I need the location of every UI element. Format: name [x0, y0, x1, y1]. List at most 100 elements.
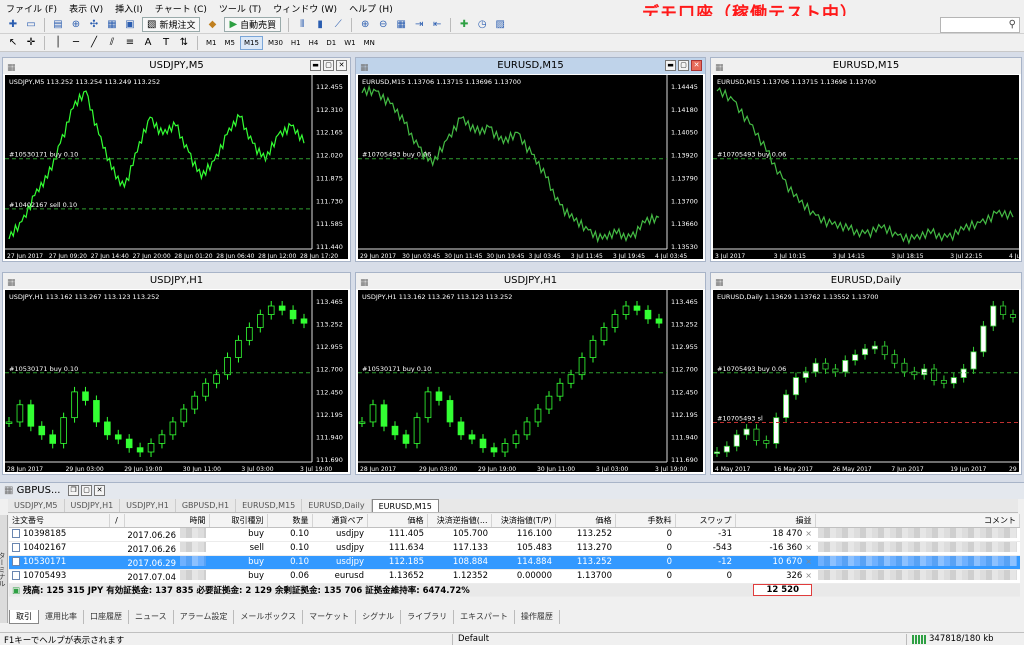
auto-scroll-icon[interactable]: ⇥ [412, 18, 426, 32]
column-header[interactable]: 決済指値(T/P) [491, 514, 556, 528]
order-row[interactable]: 10398185 2017.06.26 buy 0.10 usdjpy 111.405 10… [9, 527, 1020, 542]
timeframe-h1[interactable]: H1 [288, 36, 304, 50]
column-header[interactable]: コメント [815, 514, 1020, 528]
column-header[interactable]: スワップ [675, 514, 736, 528]
order-row[interactable]: 10402167 2017.06.26 sell 0.10 usdjpy 111.634 1… [9, 541, 1020, 556]
chart-tab[interactable]: USDJPY,M5 [8, 499, 65, 512]
minimize-button[interactable]: ▬ [310, 60, 321, 71]
minimize-button[interactable]: ▬ [665, 60, 676, 71]
chart-title-bar[interactable]: ▦ EURUSD,M15 [711, 58, 1021, 74]
chart-title-bar[interactable]: ▦ EURUSD,Daily [711, 273, 1021, 289]
column-header[interactable]: 注文番号 [9, 514, 110, 528]
chart-title-bar[interactable]: ▦ USDJPY,M5 ▬ ▢ ✕ [3, 58, 350, 74]
zoom-in-icon[interactable]: ⊕ [358, 18, 372, 32]
order-row[interactable]: 10530171 2017.06.29 buy 0.10 usdjpy 112.185 10… [9, 555, 1020, 570]
close-button[interactable]: ✕ [691, 60, 702, 71]
price-chart[interactable]: EURUSD,M15 1.13706 1.13715 1.13696 1.137… [713, 75, 1019, 259]
terminal-tab[interactable]: メールボックス [234, 610, 304, 624]
column-header[interactable]: 数量 [267, 514, 313, 528]
chart-window-usdjpy-h1[interactable]: ▦ USDJPY,H1 USDJPY,H1 113.162 113.267 113… [2, 272, 351, 475]
text-label-icon[interactable]: T [159, 36, 173, 50]
chart-tab[interactable]: EURUSD,M15 [236, 499, 303, 512]
column-header[interactable]: 時間 [124, 514, 210, 528]
chart-canvas[interactable]: EURUSD,Daily 1.13629 1.13762 1.13552 1.1… [713, 290, 1019, 472]
close-order-icon[interactable]: × [805, 557, 812, 566]
menu-item-2[interactable]: 挿入(I) [109, 2, 149, 15]
order-row[interactable]: 10705493 2017.07.04 buy 0.06 eurusd 1.13652 1.… [9, 569, 1020, 584]
column-header[interactable]: 損益 [735, 514, 816, 528]
indicators-icon[interactable]: ✚ [457, 18, 471, 32]
timeframe-m5[interactable]: M5 [222, 36, 239, 50]
timeframe-d1[interactable]: D1 [323, 36, 339, 50]
price-chart[interactable]: EURUSD,Daily 1.13629 1.13762 1.13552 1.1… [713, 290, 1019, 472]
chart-tab[interactable]: EURUSD,M15 [371, 499, 439, 512]
chart-canvas[interactable]: USDJPY,H1 113.162 113.267 113.123 113.25… [5, 290, 348, 472]
close-button[interactable]: ✕ [94, 485, 105, 496]
price-chart[interactable]: EURUSD,M15 1.13706 1.13715 1.13696 1.137… [358, 75, 703, 259]
column-header[interactable]: 価格 [367, 514, 428, 528]
terminal-tab[interactable]: 口座履歴 [84, 610, 129, 624]
bar-chart-icon[interactable]: ⫴ [295, 18, 309, 32]
price-chart[interactable]: USDJPY,H1 113.162 113.267 113.123 113.25… [5, 290, 348, 472]
column-header[interactable]: 価格 [555, 514, 616, 528]
chart-tab[interactable]: USDJPY,H1 [65, 499, 121, 512]
chart-canvas[interactable]: EURUSD,M15 1.13706 1.13715 1.13696 1.137… [358, 75, 703, 259]
crosshair-icon[interactable]: ✛ [24, 36, 38, 50]
menu-item-0[interactable]: ファイル (F) [0, 2, 63, 15]
terminal-tab[interactable]: 取引 [9, 610, 39, 624]
horizontal-line-icon[interactable]: ─ [69, 36, 83, 50]
periods-icon[interactable]: ◷ [475, 18, 489, 32]
column-header[interactable]: 取引種別 [209, 514, 268, 528]
timeframe-mn[interactable]: MN [361, 36, 378, 50]
cursor-icon[interactable]: ↖ [6, 36, 20, 50]
candlestick-icon[interactable]: ▮ [313, 18, 327, 32]
menu-item-5[interactable]: ウィンドウ (W) [267, 2, 343, 15]
vertical-line-icon[interactable]: │ [51, 36, 65, 50]
terminal-side-tab[interactable]: ターミナル [0, 515, 8, 623]
chart-window-eurusd-m15-2[interactable]: ▦ EURUSD,M15 EURUSD,M15 1.13706 1.13715 1… [710, 57, 1022, 262]
chart-window-eurusd-daily[interactable]: ▦ EURUSD,Daily EURUSD,Daily 1.13629 1.137… [710, 272, 1022, 475]
templates-icon[interactable]: ▨ [493, 18, 507, 32]
price-chart[interactable]: USDJPY,H1 113.162 113.267 113.123 113.25… [358, 290, 703, 472]
profiles-icon[interactable]: ▭ [24, 18, 38, 32]
terminal-icon[interactable]: ▦ [105, 18, 119, 32]
new-order-button[interactable]: ▧ 新規注文 [142, 17, 201, 32]
chart-canvas[interactable]: USDJPY,M5 113.252 113.254 113.249 113.25… [5, 75, 348, 259]
terminal-tab[interactable]: エキスパート [454, 610, 515, 624]
zoom-out-icon[interactable]: ⊖ [376, 18, 390, 32]
column-header[interactable]: 通貨ペア [312, 514, 368, 528]
timeframe-h4[interactable]: H4 [306, 36, 322, 50]
maximize-button[interactable]: ▢ [678, 60, 689, 71]
chart-title-bar[interactable]: ▦ EURUSD,M15 ▬ ▢ ✕ [356, 58, 705, 74]
chart-tab[interactable]: USDJPY,H1 [120, 499, 176, 512]
chart-title-bar[interactable]: ▦ USDJPY,H1 [356, 273, 705, 289]
close-button[interactable]: ✕ [336, 60, 347, 71]
terminal-tab[interactable]: マーケット [303, 610, 357, 624]
new-chart-icon[interactable]: ✚ [6, 18, 20, 32]
chart-shift-icon[interactable]: ⇤ [430, 18, 444, 32]
timeframe-m1[interactable]: M1 [203, 36, 220, 50]
market-watch-icon[interactable]: ▤ [51, 18, 65, 32]
chart-tab[interactable]: GBPUSD,H1 [176, 499, 237, 512]
terminal-tab[interactable]: シグナル [356, 610, 402, 624]
maximize-button[interactable]: ▢ [81, 485, 92, 496]
price-chart[interactable]: USDJPY,M5 113.252 113.254 113.249 113.25… [5, 75, 348, 259]
menu-item-4[interactable]: ツール (T) [213, 2, 267, 15]
column-header[interactable]: 決済逆指値(... [427, 514, 492, 528]
terminal-tab[interactable]: ニュース [129, 610, 174, 624]
chart-canvas[interactable]: USDJPY,H1 113.162 113.267 113.123 113.25… [358, 290, 703, 472]
search-input[interactable]: ⚲ [940, 17, 1020, 33]
menu-item-1[interactable]: 表示 (V) [63, 2, 109, 15]
terminal-tab[interactable]: アラーム設定 [174, 610, 235, 624]
chart-window-usdjpy-h1-2[interactable]: ▦ USDJPY,H1 USDJPY,H1 113.162 113.267 113… [355, 272, 706, 475]
close-order-icon[interactable]: × [805, 529, 812, 538]
meta-editor-icon[interactable]: ◆ [205, 18, 219, 32]
text-icon[interactable]: A [141, 36, 155, 50]
chart-canvas[interactable]: EURUSD,M15 1.13706 1.13715 1.13696 1.137… [713, 75, 1019, 259]
terminal-tab[interactable]: 操作履歴 [515, 610, 560, 624]
chart-window-eurusd-m15[interactable]: ▦ EURUSD,M15 ▬ ▢ ✕ EURUSD,M15 1.13706 1.1371… [355, 57, 706, 262]
timeframe-m15[interactable]: M15 [240, 35, 263, 50]
menu-item-6[interactable]: ヘルプ (H) [343, 2, 399, 15]
fibonacci-icon[interactable]: ≡ [123, 36, 137, 50]
line-chart-icon[interactable]: ⟋ [331, 18, 345, 32]
